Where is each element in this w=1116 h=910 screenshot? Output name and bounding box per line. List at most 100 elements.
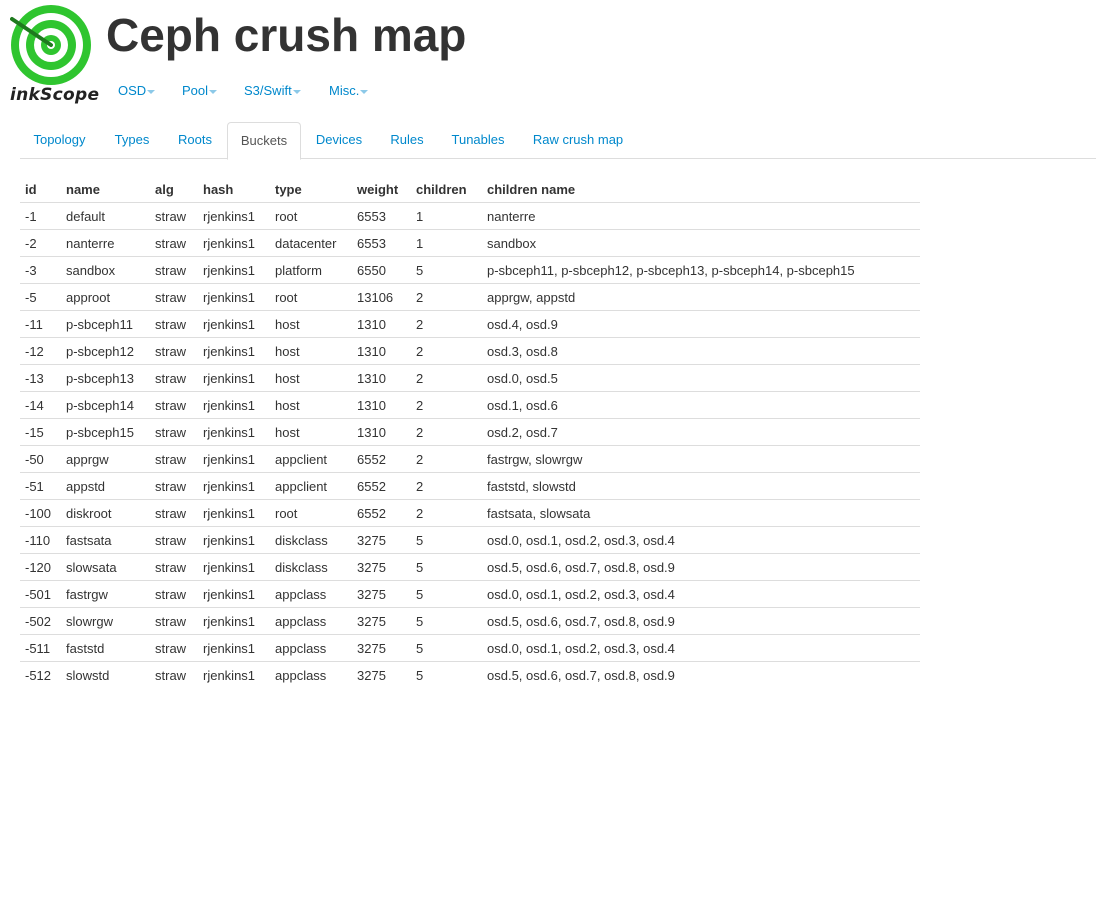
inkscope-logo[interactable]: inkScope <box>10 5 99 107</box>
cell-children-name: osd.0, osd.1, osd.2, osd.3, osd.4 <box>482 634 920 662</box>
cell-alg: straw <box>150 607 198 635</box>
cell-type: appclient <box>270 472 352 500</box>
table-row: -1 default straw rjenkins1 root 6553 1 nanterre <box>20 203 920 230</box>
cell-children: 2 <box>411 337 482 365</box>
cell-children-name: osd.3, osd.8 <box>482 337 920 365</box>
tab-roots[interactable]: Roots <box>165 122 225 157</box>
menu-osd-label: OSD <box>118 83 147 98</box>
cell-alg: straw <box>150 337 198 365</box>
cell-weight: 6552 <box>352 445 411 473</box>
cell-hash: rjenkins1 <box>198 283 270 311</box>
cell-children: 1 <box>411 229 482 257</box>
cell-name: p-sbceph12 <box>61 337 150 365</box>
table-row: -3 sandbox straw rjenkins1 platform 6550 5 p-sb… <box>20 256 920 284</box>
cell-name: slowsata <box>61 553 150 581</box>
cell-hash: rjenkins1 <box>198 364 270 392</box>
tab-rules[interactable]: Rules <box>377 122 437 157</box>
cell-children-name: osd.5, osd.6, osd.7, osd.8, osd.9 <box>482 607 920 635</box>
cell-children-name: nanterre <box>487 208 536 224</box>
cell-type: datacenter <box>270 229 352 257</box>
cell-type: host <box>270 337 352 365</box>
cell-hash: rjenkins1 <box>198 256 270 284</box>
caret-down-icon <box>209 89 218 94</box>
target-logo-icon <box>10 5 91 85</box>
cell-hash: rjenkins1 <box>203 208 256 224</box>
cell-children-name: osd.5, osd.6, osd.7, osd.8, osd.9 <box>482 661 920 688</box>
cell-id: -100 <box>20 499 61 527</box>
tab-raw-crush-map[interactable]: Raw crush map <box>519 122 637 157</box>
cell-hash: rjenkins1 <box>198 229 270 257</box>
cell-weight: 1310 <box>352 364 411 392</box>
cell-children: 2 <box>411 310 482 338</box>
menu-s3-swift[interactable]: S3/Swift <box>244 83 301 98</box>
cell-children: 5 <box>411 526 482 554</box>
tab-tunables[interactable]: Tunables <box>439 122 517 157</box>
cell-children: 5 <box>411 661 482 688</box>
table-body: -1 default straw rjenkins1 root 6553 1 nanterre… <box>20 203 920 688</box>
cell-type: root <box>270 283 352 311</box>
menu-misc[interactable]: Misc. <box>329 83 369 98</box>
cell-children: 5 <box>411 580 482 608</box>
cell-name: p-sbceph11 <box>61 310 150 338</box>
cell-alg: straw <box>150 391 198 419</box>
cell-id: -5 <box>20 283 61 311</box>
cell-alg: straw <box>150 364 198 392</box>
cell-children-name: osd.0, osd.5 <box>482 364 920 392</box>
menu-osd[interactable]: OSD <box>118 83 156 98</box>
cell-name: appstd <box>61 472 150 500</box>
cell-name: diskroot <box>61 499 150 527</box>
cell-children: 1 <box>416 208 424 224</box>
tab-devices[interactable]: Devices <box>303 122 375 157</box>
menu-s3-swift-label: S3/Swift <box>244 83 292 98</box>
table-row: -11 p-sbceph11 straw rjenkins1 host 1310 2 osd.… <box>20 310 920 338</box>
cell-children-name: fastrgw, slowrgw <box>482 445 920 473</box>
cell-name: sandbox <box>61 256 150 284</box>
cell-type: appclass <box>270 661 352 688</box>
tab-types[interactable]: Types <box>101 122 163 157</box>
column-header-id: id <box>20 176 61 203</box>
tab-buckets[interactable]: Buckets <box>227 122 301 160</box>
cell-hash: rjenkins1 <box>198 553 270 581</box>
column-header-hash: hash <box>198 176 270 203</box>
table-row: -50 apprgw straw rjenkins1 appclient 6552 2 fas… <box>20 445 920 473</box>
cell-children-name: osd.0, osd.1, osd.2, osd.3, osd.4 <box>482 580 920 608</box>
cell-children: 2 <box>411 445 482 473</box>
cell-children: 5 <box>411 634 482 662</box>
cell-weight: 1310 <box>352 337 411 365</box>
cell-id: -11 <box>20 310 61 338</box>
cell-name: p-sbceph13 <box>61 364 150 392</box>
cell-hash: rjenkins1 <box>198 607 270 635</box>
cell-alg: straw <box>150 580 198 608</box>
menu-misc-label: Misc. <box>329 83 360 98</box>
page-title: Ceph crush map <box>106 9 467 61</box>
cell-weight: 1310 <box>352 418 411 446</box>
cell-children: 2 <box>411 391 482 419</box>
cell-hash: rjenkins1 <box>198 472 270 500</box>
cell-children-name: osd.4, osd.9 <box>482 310 920 338</box>
cell-weight: 3275 <box>352 580 411 608</box>
cell-name: p-sbceph14 <box>61 391 150 419</box>
cell-name: fastrgw <box>61 580 150 608</box>
table-row: -110 fastsata straw rjenkins1 diskclass 3275 5… <box>20 526 920 554</box>
crush-map-tabs: Topology Types Roots Buckets Devices Rul… <box>20 122 1096 160</box>
cell-children-name: fastsata, slowsata <box>482 499 920 527</box>
table-row: -51 appstd straw rjenkins1 appclient 6552 2 fas… <box>20 472 920 500</box>
menu-pool[interactable]: Pool <box>182 83 218 98</box>
cell-alg: straw <box>150 310 198 338</box>
table-row: -511 faststd straw rjenkins1 appclass 3275 5 os… <box>20 634 920 662</box>
cell-alg: straw <box>150 256 198 284</box>
cell-id: -110 <box>20 526 61 554</box>
cell-hash: rjenkins1 <box>198 661 270 688</box>
cell-weight: 1310 <box>352 391 411 419</box>
cell-weight: 3275 <box>352 661 411 688</box>
cell-type: appclass <box>270 634 352 662</box>
cell-alg: straw <box>150 472 198 500</box>
cell-hash: rjenkins1 <box>198 337 270 365</box>
cell-name: default <box>66 208 106 224</box>
cell-children-name: apprgw, appstd <box>482 283 920 311</box>
cell-weight: 6552 <box>352 499 411 527</box>
cell-name: p-sbceph15 <box>61 418 150 446</box>
cell-type: host <box>270 391 352 419</box>
tab-topology[interactable]: Topology <box>20 122 99 157</box>
cell-children: 2 <box>411 418 482 446</box>
